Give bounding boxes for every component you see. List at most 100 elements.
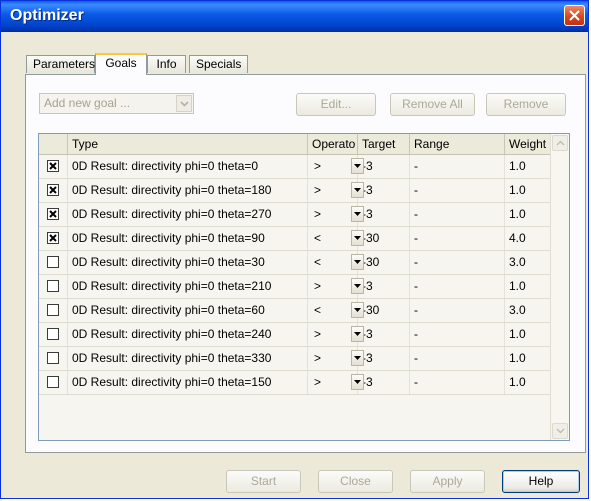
goal-weight-cell[interactable]: 3.0: [505, 251, 551, 274]
close-window-button[interactable]: [564, 5, 585, 26]
table-row[interactable]: 0D Result: directivity phi=0 theta=240 > -…: [39, 323, 551, 347]
goal-enabled-checkbox[interactable]: [47, 352, 59, 364]
goal-target-cell[interactable]: -3: [358, 203, 410, 226]
goal-enabled-checkbox[interactable]: [47, 256, 59, 268]
goal-target-cell[interactable]: -3: [358, 155, 410, 178]
goal-enabled-checkbox[interactable]: [47, 280, 59, 292]
goal-weight-cell[interactable]: 1.0: [505, 179, 551, 202]
goal-range-cell[interactable]: -: [410, 203, 505, 226]
goal-range-cell[interactable]: -: [410, 227, 505, 250]
remove-all-button[interactable]: Remove All: [390, 93, 475, 116]
operator-dropdown-button[interactable]: [351, 374, 364, 390]
goals-rows: 0D Result: directivity phi=0 theta=0 > -3-…: [39, 155, 551, 395]
help-button[interactable]: Help: [502, 470, 580, 493]
column-header-operator[interactable]: Operato: [308, 134, 358, 154]
goal-target-cell[interactable]: -3: [358, 275, 410, 298]
table-row[interactable]: 0D Result: directivity phi=0 theta=270 > -…: [39, 203, 551, 227]
goal-weight-cell[interactable]: 4.0: [505, 227, 551, 250]
goal-enabled-checkbox[interactable]: [47, 328, 59, 340]
goal-target-cell[interactable]: -3: [358, 347, 410, 370]
remove-button[interactable]: Remove: [486, 93, 566, 116]
goal-range-cell[interactable]: -: [410, 323, 505, 346]
tab-info[interactable]: Info: [147, 55, 186, 73]
vertical-scrollbar[interactable]: [550, 134, 569, 440]
enable-cell: [39, 275, 68, 298]
table-row[interactable]: 0D Result: directivity phi=0 theta=0 > -3-…: [39, 155, 551, 179]
goal-weight-cell[interactable]: 3.0: [505, 299, 551, 322]
goal-target-cell[interactable]: -30: [358, 251, 410, 274]
goal-type-cell[interactable]: 0D Result: directivity phi=0 theta=210: [68, 275, 308, 298]
goal-target-cell[interactable]: -30: [358, 227, 410, 250]
column-header-range[interactable]: Range: [410, 134, 505, 154]
goal-enabled-checkbox[interactable]: [47, 304, 59, 316]
start-button[interactable]: Start: [226, 470, 301, 493]
goal-weight-cell[interactable]: 1.0: [505, 155, 551, 178]
combo-dropdown-button[interactable]: [176, 95, 192, 112]
enable-cell: [39, 347, 68, 370]
goal-target-cell[interactable]: -3: [358, 371, 410, 394]
operator-dropdown-button[interactable]: [351, 206, 364, 222]
goal-enabled-checkbox[interactable]: [47, 376, 59, 388]
operator-dropdown-button[interactable]: [351, 182, 364, 198]
goal-range-cell[interactable]: -: [410, 347, 505, 370]
enable-cell: [39, 227, 68, 250]
enable-cell: [39, 203, 68, 226]
goal-type-cell[interactable]: 0D Result: directivity phi=0 theta=150: [68, 371, 308, 394]
goal-type-cell[interactable]: 0D Result: directivity phi=0 theta=240: [68, 323, 308, 346]
table-row[interactable]: 0D Result: directivity phi=0 theta=210 > -…: [39, 275, 551, 299]
goal-type-cell[interactable]: 0D Result: directivity phi=0 theta=180: [68, 179, 308, 202]
enable-cell: [39, 179, 68, 202]
goal-type-cell[interactable]: 0D Result: directivity phi=0 theta=0: [68, 155, 308, 178]
tab-goals[interactable]: Goals: [95, 53, 147, 75]
goal-weight-cell[interactable]: 1.0: [505, 323, 551, 346]
operator-dropdown-button[interactable]: [351, 230, 364, 246]
goal-target-cell[interactable]: -30: [358, 299, 410, 322]
goal-enabled-checkbox[interactable]: [47, 232, 59, 244]
column-header-weight[interactable]: Weight: [505, 134, 551, 154]
table-row[interactable]: 0D Result: directivity phi=0 theta=330 > -…: [39, 347, 551, 371]
goal-type-cell[interactable]: 0D Result: directivity phi=0 theta=270: [68, 203, 308, 226]
tab-parameters[interactable]: Parameters: [26, 55, 95, 73]
title-bar[interactable]: Optimizer: [1, 1, 588, 32]
goal-type-cell[interactable]: 0D Result: directivity phi=0 theta=30: [68, 251, 308, 274]
close-button[interactable]: Close: [318, 470, 393, 493]
goal-enabled-checkbox[interactable]: [47, 208, 59, 220]
tab-specials[interactable]: Specials: [189, 55, 248, 73]
column-header-type[interactable]: Type: [68, 134, 308, 154]
goal-type-cell[interactable]: 0D Result: directivity phi=0 theta=60: [68, 299, 308, 322]
goal-weight-cell[interactable]: 1.0: [505, 347, 551, 370]
table-row[interactable]: 0D Result: directivity phi=0 theta=60 < -3…: [39, 299, 551, 323]
goal-enabled-checkbox[interactable]: [47, 184, 59, 196]
operator-dropdown-button[interactable]: [351, 254, 364, 270]
operator-dropdown-button[interactable]: [351, 326, 364, 342]
goal-range-cell[interactable]: -: [410, 275, 505, 298]
goal-range-cell[interactable]: -: [410, 251, 505, 274]
column-header-target[interactable]: Target: [358, 134, 410, 154]
table-row[interactable]: 0D Result: directivity phi=0 theta=150 > -…: [39, 371, 551, 395]
operator-dropdown-button[interactable]: [351, 302, 364, 318]
goal-range-cell[interactable]: -: [410, 179, 505, 202]
goal-type-cell[interactable]: 0D Result: directivity phi=0 theta=90: [68, 227, 308, 250]
table-row[interactable]: 0D Result: directivity phi=0 theta=30 < -3…: [39, 251, 551, 275]
scroll-down-button[interactable]: [552, 423, 568, 439]
table-row[interactable]: 0D Result: directivity phi=0 theta=90 < -3…: [39, 227, 551, 251]
goal-target-cell[interactable]: -3: [358, 323, 410, 346]
goal-target-cell[interactable]: -3: [358, 179, 410, 202]
operator-dropdown-button[interactable]: [351, 278, 364, 294]
goal-weight-cell[interactable]: 1.0: [505, 203, 551, 226]
goal-type-cell[interactable]: 0D Result: directivity phi=0 theta=330: [68, 347, 308, 370]
goal-enabled-checkbox[interactable]: [47, 160, 59, 172]
add-goal-combobox[interactable]: Add new goal ...: [39, 93, 194, 114]
operator-dropdown-button[interactable]: [351, 350, 364, 366]
dropdown-arrow-icon: [354, 212, 361, 216]
apply-button[interactable]: Apply: [410, 470, 485, 493]
operator-dropdown-button[interactable]: [351, 158, 364, 174]
table-row[interactable]: 0D Result: directivity phi=0 theta=180 > -…: [39, 179, 551, 203]
goal-range-cell[interactable]: -: [410, 299, 505, 322]
goal-weight-cell[interactable]: 1.0: [505, 371, 551, 394]
goal-weight-cell[interactable]: 1.0: [505, 275, 551, 298]
goal-range-cell[interactable]: -: [410, 371, 505, 394]
goal-range-cell[interactable]: -: [410, 155, 505, 178]
edit-button[interactable]: Edit...: [296, 93, 376, 116]
scroll-up-button[interactable]: [552, 135, 568, 151]
